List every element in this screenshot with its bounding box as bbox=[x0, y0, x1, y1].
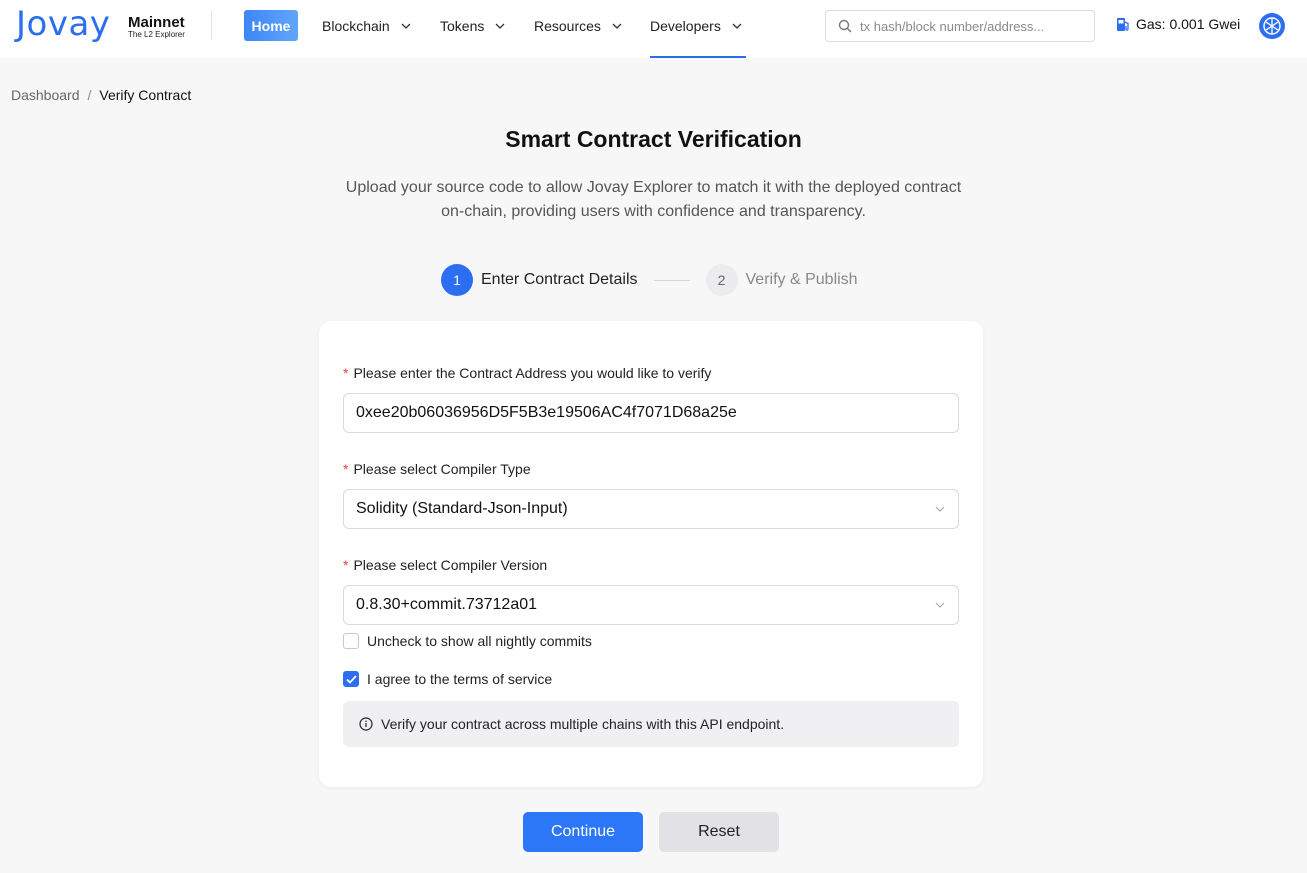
required-mark: * bbox=[343, 557, 349, 573]
terms-checkbox[interactable] bbox=[343, 671, 359, 687]
info-text: Verify your contract across multiple cha… bbox=[381, 716, 785, 732]
subtitle-line-2: on-chain, providing users with confidenc… bbox=[441, 203, 866, 220]
wallet-avatar-icon[interactable] bbox=[1258, 12, 1286, 40]
compiler-type-label-text: Please select Compiler Type bbox=[353, 461, 531, 477]
contract-address-input[interactable] bbox=[356, 404, 946, 422]
compiler-version-label-text: Please select Compiler Version bbox=[353, 557, 548, 573]
required-mark: * bbox=[343, 365, 349, 381]
search-icon bbox=[838, 19, 852, 33]
page-subtitle: Upload your source code to allow Jovay E… bbox=[330, 176, 977, 224]
chevron-down-icon bbox=[495, 23, 505, 29]
compiler-type-select[interactable]: Solidity (Standard-Json-Input) bbox=[343, 489, 959, 529]
step-enter-details: 1 Enter Contract Details bbox=[441, 264, 638, 296]
gas-price: Gas: 0.001 Gwei bbox=[1116, 16, 1240, 32]
logo-tagline: The L2 Explorer bbox=[128, 30, 185, 39]
nav-resources[interactable]: Resources bbox=[534, 10, 623, 41]
chevron-down-icon bbox=[935, 506, 945, 512]
nav-resources-label: Resources bbox=[534, 17, 601, 34]
compiler-type-value: Solidity (Standard-Json-Input) bbox=[356, 500, 568, 517]
step-number: 2 bbox=[705, 264, 738, 296]
required-mark: * bbox=[343, 461, 349, 477]
info-icon bbox=[359, 717, 373, 731]
terms-option[interactable]: I agree to the terms of service bbox=[343, 671, 552, 687]
breadcrumb-separator: / bbox=[87, 87, 92, 103]
address-label: * Please enter the Contract Address you w… bbox=[343, 365, 711, 381]
step-number: 1 bbox=[441, 264, 473, 296]
search-input[interactable] bbox=[860, 18, 1080, 34]
nightly-commits-label: Uncheck to show all nightly commits bbox=[367, 633, 592, 649]
continue-button[interactable]: Continue bbox=[523, 812, 643, 852]
header-divider bbox=[211, 10, 212, 40]
nav-tokens[interactable]: Tokens bbox=[440, 10, 506, 41]
chevron-down-icon bbox=[935, 602, 945, 608]
compiler-version-select[interactable]: 0.8.30+commit.73712a01 bbox=[343, 585, 959, 625]
nightly-commits-option[interactable]: Uncheck to show all nightly commits bbox=[343, 633, 592, 649]
subtitle-line-1: Upload your source code to allow Jovay E… bbox=[345, 179, 962, 196]
terms-label: I agree to the terms of service bbox=[367, 671, 553, 687]
nav-blockchain[interactable]: Blockchain bbox=[322, 10, 412, 41]
chevron-down-icon bbox=[732, 23, 742, 29]
page-title: Smart Contract Verification bbox=[505, 126, 802, 152]
breadcrumb-dashboard[interactable]: Dashboard bbox=[11, 87, 80, 103]
nav-developers[interactable]: Developers bbox=[650, 10, 743, 41]
breadcrumb-current: Verify Contract bbox=[99, 87, 192, 103]
nightly-commits-checkbox[interactable] bbox=[343, 633, 359, 649]
checkmark-icon bbox=[345, 674, 357, 684]
compiler-version-label: * Please select Compiler Version bbox=[343, 557, 547, 573]
nav-blockchain-label: Blockchain bbox=[322, 17, 390, 34]
chevron-down-icon bbox=[401, 23, 411, 29]
network-label: Mainnet bbox=[128, 14, 185, 31]
step-verify-publish: 2 Verify & Publish bbox=[705, 264, 858, 296]
verification-form-card: * Please enter the Contract Address you w… bbox=[319, 321, 983, 787]
nav-active-indicator bbox=[650, 56, 746, 58]
step-label: Verify & Publish bbox=[745, 271, 858, 288]
breadcrumb: Dashboard / Verify Contract bbox=[11, 87, 191, 103]
nav-home[interactable]: Home bbox=[244, 10, 298, 41]
compiler-type-label: * Please select Compiler Type bbox=[343, 461, 531, 477]
step-label: Enter Contract Details bbox=[481, 271, 638, 288]
address-label-text: Please enter the Contract Address you wo… bbox=[353, 365, 712, 381]
logo[interactable]: Jovay bbox=[16, 4, 110, 44]
reset-button[interactable]: Reset bbox=[659, 812, 779, 852]
gas-price-label: Gas: 0.001 Gwei bbox=[1136, 16, 1241, 32]
stepper: 1 Enter Contract Details 2 Verify & Publ… bbox=[441, 264, 858, 296]
compiler-version-value: 0.8.30+commit.73712a01 bbox=[356, 596, 538, 613]
nav-developers-label: Developers bbox=[650, 17, 721, 34]
search-box[interactable] bbox=[825, 10, 1095, 42]
chevron-down-icon bbox=[612, 23, 622, 29]
top-header: Jovay Mainnet The L2 Explorer Home Block… bbox=[0, 0, 1307, 58]
contract-address-field[interactable] bbox=[343, 393, 959, 433]
step-connector bbox=[653, 279, 690, 281]
nav-tokens-label: Tokens bbox=[440, 17, 485, 34]
gas-pump-icon bbox=[1117, 17, 1129, 31]
info-notice: Verify your contract across multiple cha… bbox=[343, 701, 959, 747]
